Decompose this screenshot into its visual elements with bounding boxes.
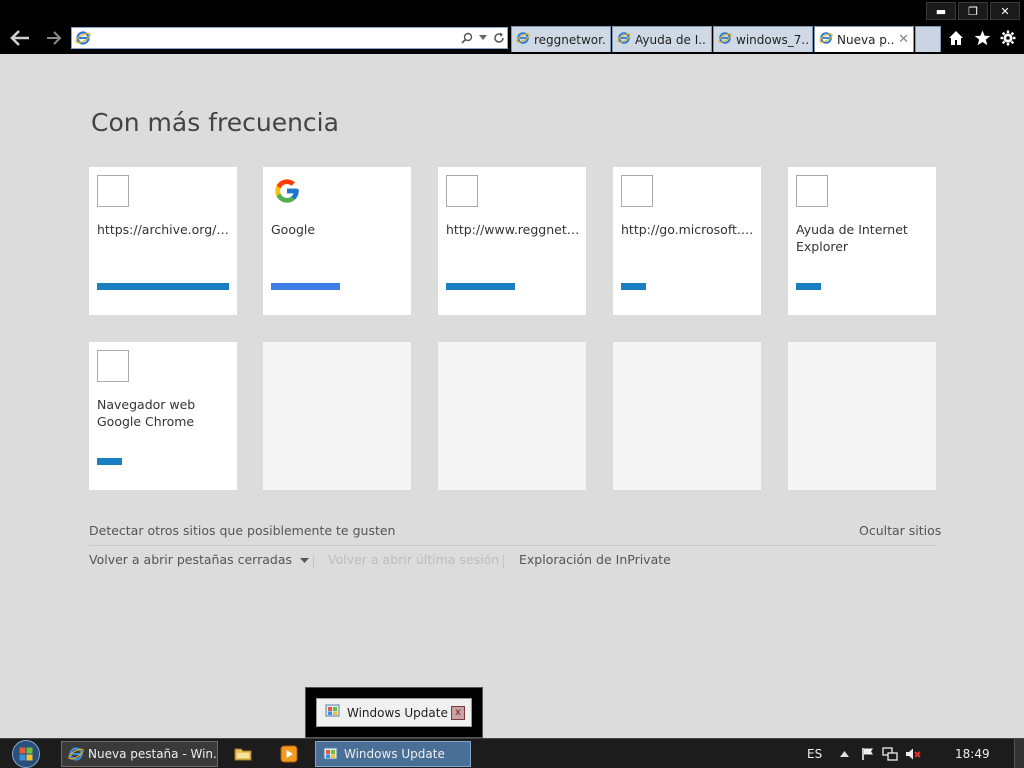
site-tile[interactable]: http://go.microsoft.c... xyxy=(613,167,761,315)
ie-tab-icon xyxy=(516,31,530,48)
thumbnail-title: Windows Update xyxy=(347,705,448,720)
site-tile[interactable]: Ayuda de Internet Explorer xyxy=(788,167,936,315)
site-tile-label: Google xyxy=(271,222,316,237)
language-label: ES xyxy=(807,747,823,761)
address-bar xyxy=(71,27,508,49)
blank-favicon-icon xyxy=(446,175,478,207)
home-icon[interactable] xyxy=(946,27,966,49)
google-logo-icon xyxy=(273,177,301,205)
forward-button[interactable] xyxy=(40,26,68,50)
window-controls: ▬ ❐ ✕ xyxy=(926,2,1020,20)
back-arrow-icon xyxy=(10,30,29,46)
minimize-button[interactable]: ▬ xyxy=(926,2,956,20)
windows-update-icon xyxy=(322,745,340,763)
tab-0[interactable]: reggnetwor... xyxy=(511,26,611,52)
site-tile-label: http://go.microsoft.c... xyxy=(621,222,755,237)
chevron-down-icon xyxy=(300,557,309,563)
blank-favicon-icon xyxy=(97,350,129,382)
restore-button[interactable]: ❐ xyxy=(958,2,988,20)
language-indicator[interactable]: ES xyxy=(807,739,822,768)
show-desktop-button[interactable] xyxy=(1014,739,1024,768)
clock-time: 18:49 xyxy=(955,747,990,761)
tab-label: Nueva p... xyxy=(837,32,896,47)
separator xyxy=(503,555,504,569)
divider xyxy=(89,545,937,546)
back-button[interactable] xyxy=(6,26,34,50)
favorites-star-icon[interactable] xyxy=(972,27,992,49)
volume-muted-icon[interactable] xyxy=(903,743,925,765)
empty-tile xyxy=(788,342,936,490)
title-bar: ▬ ❐ ✕ xyxy=(0,0,1024,22)
tab-label: reggnetwor... xyxy=(534,32,606,47)
dropdown-arrow-icon[interactable] xyxy=(475,28,491,48)
ie-page-icon xyxy=(72,28,94,48)
suggest-sites-link[interactable]: Detectar otros sitios que posiblemente t… xyxy=(89,523,395,538)
visit-frequency-bar xyxy=(271,283,340,290)
blank-favicon-icon xyxy=(97,175,129,207)
site-tile-label: Ayuda de Internet Explorer xyxy=(796,222,908,254)
network-icon[interactable] xyxy=(879,743,901,765)
site-tile[interactable]: http://www.reggnetw... xyxy=(438,167,586,315)
windows-update-icon xyxy=(325,703,341,722)
tab-label: Ayuda de I... xyxy=(635,32,707,47)
site-tile[interactable]: Navegador web Google Chrome xyxy=(89,342,237,490)
site-tile-label: https://archive.org/c... xyxy=(97,222,231,237)
taskbar: Nueva pestaña - Win... Windows Update ES… xyxy=(0,738,1024,768)
taskbar-thumbnail-popup: Windows Update x xyxy=(305,687,483,738)
tab-3[interactable]: Nueva p... ✕ xyxy=(814,26,914,52)
clock[interactable]: 18:49 xyxy=(955,739,990,768)
task-label: Windows Update xyxy=(344,747,445,761)
blank-favicon-icon xyxy=(621,175,653,207)
navigation-bar: reggnetwor... Ayuda de I... windows_7... Nu… xyxy=(0,22,1024,54)
site-tile[interactable]: https://archive.org/c... xyxy=(89,167,237,315)
new-tab-button[interactable] xyxy=(915,26,941,52)
refresh-icon[interactable] xyxy=(491,28,507,48)
toolbar-buttons xyxy=(946,27,1018,49)
site-tile[interactable]: Google xyxy=(263,167,411,315)
ie-tab-icon xyxy=(617,31,631,48)
hide-sites-link[interactable]: Ocultar sitios xyxy=(859,523,941,538)
close-button[interactable]: ✕ xyxy=(990,2,1020,20)
tab-2[interactable]: windows_7... xyxy=(713,26,813,52)
page-title: Con más frecuencia xyxy=(91,108,339,137)
visit-frequency-bar xyxy=(97,458,122,465)
inprivate-link[interactable]: Exploración de InPrivate xyxy=(519,552,671,567)
reopen-closed-tabs-label: Volver a abrir pestañas cerradas xyxy=(89,552,293,567)
start-button[interactable] xyxy=(6,739,46,768)
ie-tab-icon xyxy=(718,31,732,48)
separator xyxy=(313,555,314,569)
site-tile-label: Navegador web Google Chrome xyxy=(97,397,196,429)
forward-arrow-icon xyxy=(47,31,62,45)
visit-frequency-bar xyxy=(796,283,821,290)
thumbnail-close-button[interactable]: x xyxy=(451,705,465,720)
blank-favicon-icon xyxy=(796,175,828,207)
tab-close-icon[interactable]: ✕ xyxy=(898,32,909,47)
site-tile-label: http://www.reggnetw... xyxy=(446,222,580,237)
ie-tab-icon xyxy=(819,31,833,48)
empty-tile xyxy=(613,342,761,490)
search-icon[interactable] xyxy=(459,28,475,48)
windows-logo-icon xyxy=(12,740,40,768)
visit-frequency-bar xyxy=(97,283,229,290)
ie-icon xyxy=(68,745,84,763)
task-label: Nueva pestaña - Win... xyxy=(88,747,218,761)
visit-frequency-bar xyxy=(446,283,515,290)
tab-label: windows_7... xyxy=(736,32,808,47)
media-player-icon[interactable] xyxy=(278,743,300,765)
address-input[interactable] xyxy=(94,29,459,47)
tab-strip: reggnetwor... Ayuda de I... windows_7... Nu… xyxy=(511,26,941,52)
task-windows-update[interactable]: Windows Update xyxy=(315,741,471,767)
reopen-last-session-link: Volver a abrir última sesión xyxy=(328,552,500,567)
tab-1[interactable]: Ayuda de I... xyxy=(612,26,712,52)
task-internet-explorer[interactable]: Nueva pestaña - Win... xyxy=(61,741,218,767)
gear-icon[interactable] xyxy=(998,27,1018,49)
reopen-closed-tabs-link[interactable]: Volver a abrir pestañas cerradas xyxy=(89,552,309,567)
action-center-flag-icon[interactable] xyxy=(857,743,879,765)
visit-frequency-bar xyxy=(621,283,646,290)
file-explorer-icon[interactable] xyxy=(232,743,254,765)
chevron-up-icon[interactable] xyxy=(833,743,855,765)
thumbnail-window[interactable]: Windows Update x xyxy=(316,698,472,727)
empty-tile xyxy=(438,342,586,490)
empty-tile xyxy=(263,342,411,490)
